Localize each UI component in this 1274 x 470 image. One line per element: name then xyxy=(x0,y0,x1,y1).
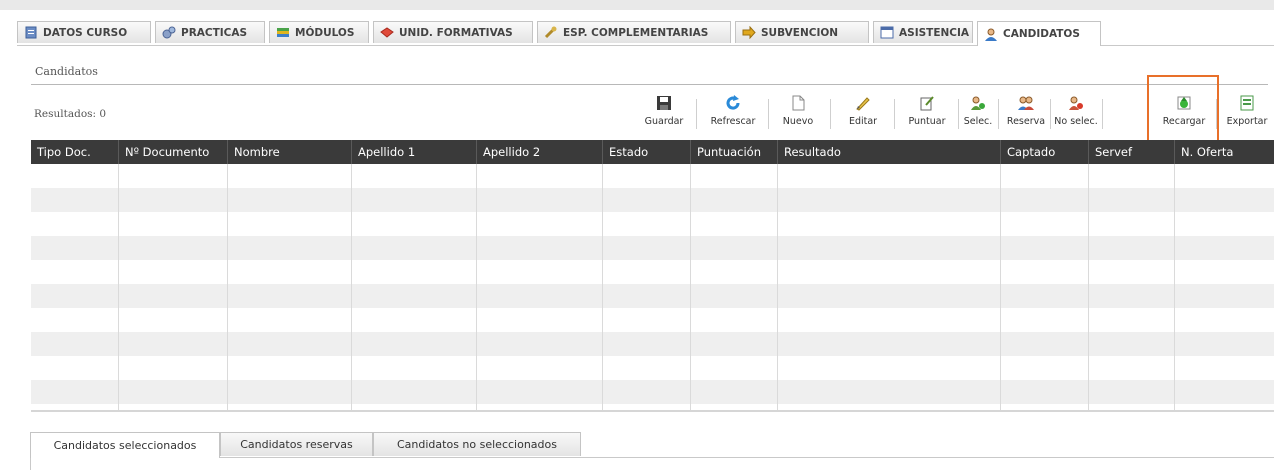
tab-label: UNID. FORMATIVAS xyxy=(399,26,513,39)
column-divider xyxy=(690,164,691,412)
column-header-estado[interactable]: Estado xyxy=(603,140,691,164)
export-icon xyxy=(1239,95,1255,111)
tab-candidatos-reservas[interactable]: Candidatos reservas xyxy=(220,432,373,456)
toolbar-separator xyxy=(830,99,831,129)
grid-header: Tipo Doc. Nº Documento Nombre Apellido 1… xyxy=(31,140,1274,164)
users-icon xyxy=(1018,95,1034,111)
reserve-label: Reserva xyxy=(1006,116,1046,127)
column-header-puntuacion[interactable]: Puntuación xyxy=(691,140,778,164)
column-header-n-documento[interactable]: Nº Documento xyxy=(119,140,228,164)
tab-label: DATOS CURSO xyxy=(43,26,128,39)
refresh-icon xyxy=(725,95,741,111)
column-header-tipo-doc[interactable]: Tipo Doc. xyxy=(31,140,119,164)
score-button[interactable]: Puntuar xyxy=(898,89,956,133)
tab-label: CANDIDATOS xyxy=(1003,28,1080,40)
user-add-icon xyxy=(970,95,986,111)
column-divider xyxy=(602,164,603,412)
top-bar xyxy=(0,0,1274,10)
tab-subvencion[interactable]: SUBVENCION xyxy=(735,21,869,43)
save-icon xyxy=(656,95,672,111)
toolbar-separator xyxy=(768,99,769,129)
column-divider xyxy=(227,164,228,412)
toolbar-separator xyxy=(696,99,697,129)
tab-label: SUBVENCION xyxy=(761,26,839,39)
column-divider xyxy=(351,164,352,412)
refresh-button[interactable]: Refrescar xyxy=(700,89,766,133)
toolbar-separator xyxy=(1102,99,1103,129)
books-icon xyxy=(276,26,290,39)
tab-datos-curso[interactable]: DATOS CURSO xyxy=(17,21,151,43)
tab-label: ASISTENCIA xyxy=(899,26,970,39)
reload-button[interactable]: Recargar xyxy=(1154,89,1214,133)
document-icon xyxy=(24,26,38,39)
column-divider xyxy=(1000,164,1001,412)
tab-label: ESP. COMPLEMENTARIAS xyxy=(563,26,709,39)
tab-esp-complementarias[interactable]: ESP. COMPLEMENTARIAS xyxy=(537,21,731,43)
export-button[interactable]: Exportar xyxy=(1220,89,1274,133)
new-label: Nuevo xyxy=(782,116,814,127)
column-divider xyxy=(777,164,778,412)
tab-candidatos-seleccionados[interactable]: Candidatos seleccionados xyxy=(30,432,220,458)
user-icon xyxy=(984,28,998,41)
main-tabs: DATOS CURSO PRACTICAS MÓDULOS UNID. FORM… xyxy=(17,21,1274,46)
tab-practicas[interactable]: PRACTICAS xyxy=(155,21,265,43)
column-divider xyxy=(476,164,477,412)
bottom-tabs: Candidatos seleccionados Candidatos rese… xyxy=(30,432,1274,458)
score-icon xyxy=(919,95,935,111)
pencil-icon xyxy=(855,95,871,111)
column-header-captado[interactable]: Captado xyxy=(1001,140,1089,164)
not-selected-label: No selec. xyxy=(1054,116,1098,127)
reserve-button[interactable]: Reserva xyxy=(1004,89,1048,133)
tab-asistencia[interactable]: ASISTENCIA xyxy=(873,21,973,43)
column-header-n-oferta[interactable]: N. Oferta xyxy=(1175,140,1274,164)
export-label: Exportar xyxy=(1226,116,1268,127)
save-label: Guardar xyxy=(644,116,684,127)
tab-candidatos-no-seleccionados[interactable]: Candidatos no seleccionados xyxy=(373,432,581,456)
score-label: Puntuar xyxy=(908,116,946,127)
arrow-icon xyxy=(742,25,756,40)
column-header-resultado[interactable]: Resultado xyxy=(778,140,1001,164)
refresh-label: Refrescar xyxy=(710,116,756,127)
edit-label: Editar xyxy=(848,116,878,127)
new-button[interactable]: Nuevo xyxy=(772,89,824,133)
column-divider xyxy=(1088,164,1089,412)
reload-icon xyxy=(1176,95,1192,111)
not-selected-button[interactable]: No selec. xyxy=(1052,89,1100,133)
candidates-grid: Tipo Doc. Nº Documento Nombre Apellido 1… xyxy=(31,140,1274,412)
gears-icon xyxy=(162,26,176,39)
red-book-icon xyxy=(380,26,394,39)
tab-label: MÓDULOS xyxy=(295,26,355,39)
toolbar-separator xyxy=(998,99,999,129)
new-document-icon xyxy=(790,95,806,111)
tab-modulos[interactable]: MÓDULOS xyxy=(269,21,369,43)
column-divider xyxy=(118,164,119,412)
calendar-icon xyxy=(880,26,894,39)
column-header-servef[interactable]: Servef xyxy=(1089,140,1175,164)
column-divider xyxy=(1174,164,1175,412)
column-header-apellido-1[interactable]: Apellido 1 xyxy=(352,140,477,164)
results-count: Resultados: 0 xyxy=(34,108,107,120)
grid-scroll-edge xyxy=(31,410,1274,412)
tab-label: PRACTICAS xyxy=(181,26,248,39)
wrench-icon xyxy=(544,26,558,39)
section-title: Candidatos xyxy=(35,65,98,78)
select-label: Selec. xyxy=(963,116,993,127)
tab-unid-formativas[interactable]: UNID. FORMATIVAS xyxy=(373,21,533,43)
user-remove-icon xyxy=(1068,95,1084,111)
edit-button[interactable]: Editar xyxy=(838,89,888,133)
column-header-nombre[interactable]: Nombre xyxy=(228,140,352,164)
reload-label: Recargar xyxy=(1162,116,1206,127)
column-header-apellido-2[interactable]: Apellido 2 xyxy=(477,140,603,164)
select-button[interactable]: Selec. xyxy=(960,89,996,133)
toolbar-separator xyxy=(894,99,895,129)
save-button[interactable]: Guardar xyxy=(634,89,694,133)
panel-border xyxy=(30,458,31,470)
toolbar-separator xyxy=(1216,99,1217,129)
tab-candidatos[interactable]: CANDIDATOS xyxy=(977,21,1101,46)
toolbar-separator xyxy=(1050,99,1051,129)
toolbar-separator xyxy=(958,99,959,129)
section-divider xyxy=(31,84,1268,85)
